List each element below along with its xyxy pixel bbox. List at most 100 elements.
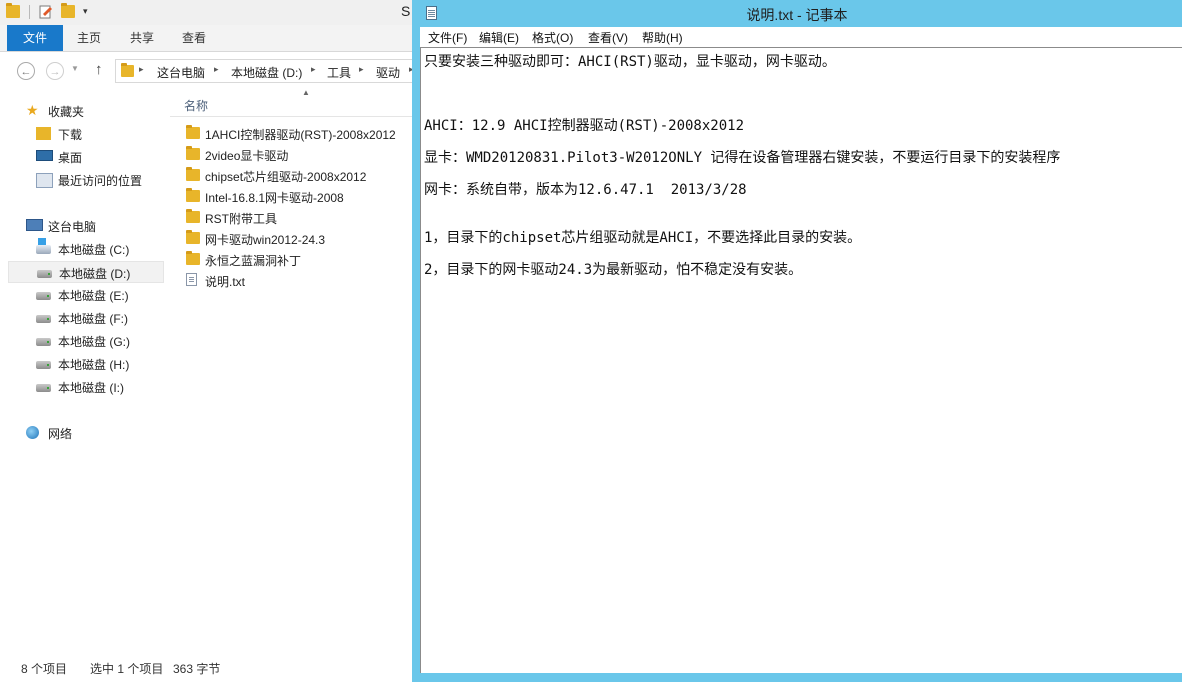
network-icon bbox=[26, 426, 39, 439]
nav-drive-e[interactable]: 本地磁盘 (E:) bbox=[8, 284, 164, 306]
text-line: AHCI：12.9 AHCI控制器驱动(RST)-2008x2012 bbox=[424, 118, 745, 134]
nav-drive-h[interactable]: 本地磁盘 (H:) bbox=[8, 353, 164, 375]
folder-icon bbox=[186, 167, 200, 181]
nav-desktop[interactable]: 桌面 bbox=[8, 146, 164, 168]
tab-home[interactable]: 主页 bbox=[77, 25, 101, 51]
file-row[interactable]: chipset芯片组驱动-2008x2012 bbox=[183, 165, 414, 186]
folder-icon bbox=[186, 146, 200, 160]
new-folder-icon[interactable] bbox=[61, 3, 75, 18]
text-line: 显卡：WMD20120831.Pilot3-W2012ONLY 记得在设备管理器… bbox=[424, 150, 1061, 166]
nav-drive-d[interactable]: 本地磁盘 (D:) bbox=[8, 261, 164, 283]
file-row[interactable]: 1AHCI控制器驱动(RST)-2008x2012 bbox=[183, 123, 414, 144]
nav-label: 本地磁盘 (F:) bbox=[58, 312, 128, 326]
chevron-down-icon[interactable]: ▼ bbox=[71, 64, 79, 73]
column-header-name[interactable]: 名称 bbox=[184, 97, 208, 114]
file-name: chipset芯片组驱动-2008x2012 bbox=[205, 170, 367, 184]
nav-recent-places[interactable]: 最近访问的位置 bbox=[8, 169, 164, 191]
downloads-folder-icon bbox=[36, 127, 51, 140]
file-name: 1AHCI控制器驱动(RST)-2008x2012 bbox=[205, 128, 396, 142]
file-row[interactable]: Intel-16.8.1网卡驱动-2008 bbox=[183, 186, 414, 207]
computer-icon bbox=[26, 219, 43, 231]
tab-share[interactable]: 共享 bbox=[130, 25, 154, 51]
nav-label: 本地磁盘 (G:) bbox=[58, 335, 130, 349]
folder-icon[interactable] bbox=[6, 3, 20, 18]
window-title: 说明.txt - 记事本 bbox=[746, 7, 848, 23]
breadcrumb-tools[interactable]: 工具 bbox=[327, 64, 351, 81]
nav-drive-g[interactable]: 本地磁盘 (G:) bbox=[8, 330, 164, 352]
nav-label: 网络 bbox=[48, 427, 73, 441]
nav-drive-i[interactable]: 本地磁盘 (I:) bbox=[8, 376, 164, 398]
nav-drive-f[interactable]: 本地磁盘 (F:) bbox=[8, 307, 164, 329]
desktop-icon bbox=[36, 150, 53, 161]
drive-icon bbox=[37, 270, 52, 278]
folder-icon bbox=[186, 209, 200, 223]
nav-downloads[interactable]: 下载 bbox=[8, 123, 164, 145]
tab-file[interactable]: 文件 bbox=[7, 25, 63, 51]
windows-drive-icon bbox=[36, 245, 51, 254]
text-line: 只要安装三种驱动即可：AHCI(RST)驱动，显卡驱动，网卡驱动。 bbox=[424, 54, 836, 70]
nav-label: 本地磁盘 (D:) bbox=[59, 267, 131, 281]
nav-label: 收藏夹 bbox=[48, 105, 85, 119]
nav-network[interactable]: 网络 bbox=[8, 422, 164, 444]
menu-edit[interactable]: 编辑(E) bbox=[479, 29, 519, 46]
menu-format[interactable]: 格式(O) bbox=[532, 29, 573, 46]
navigation-pane: ★ 收藏夹 下载 桌面 最近访问的位置 这台电脑 本地磁盘 (C:) 本地磁盘 … bbox=[0, 90, 168, 650]
up-button[interactable]: ↑ bbox=[95, 61, 103, 78]
text-editor-area[interactable]: 只要安装三种驱动即可：AHCI(RST)驱动，显卡驱动，网卡驱动。 AHCI：1… bbox=[420, 47, 1182, 673]
recent-places-icon bbox=[36, 173, 53, 188]
status-size: 363 字节 bbox=[173, 662, 221, 676]
drive-icon bbox=[36, 338, 51, 346]
nav-this-pc[interactable]: 这台电脑 bbox=[8, 215, 164, 237]
breadcrumb-this-pc[interactable]: 这台电脑 bbox=[157, 64, 205, 81]
file-row[interactable]: 网卡驱动win2012-24.3 bbox=[183, 228, 414, 249]
address-bar[interactable]: ▸ 这台电脑 ▸ 本地磁盘 (D:) ▸ 工具 ▸ 驱动 ▸ bbox=[115, 59, 414, 83]
file-row[interactable]: 永恒之蓝漏洞补丁 bbox=[183, 249, 414, 270]
breadcrumb-separator-icon: ▸ bbox=[214, 64, 219, 74]
nav-label: 下载 bbox=[58, 128, 83, 142]
drive-icon bbox=[36, 361, 51, 369]
text-file-icon bbox=[186, 273, 197, 286]
status-selection: 选中 1 个项目 bbox=[90, 662, 164, 676]
folder-icon bbox=[121, 63, 134, 77]
menu-help[interactable]: 帮助(H) bbox=[642, 29, 683, 46]
nav-label: 本地磁盘 (I:) bbox=[58, 381, 124, 395]
text-line: 网卡：系统自带，版本为12.6.47.1 2013/3/28 bbox=[424, 182, 747, 198]
folder-icon bbox=[186, 188, 200, 202]
file-row[interactable]: RST附带工具 bbox=[183, 207, 414, 228]
star-icon: ★ bbox=[26, 102, 39, 118]
breadcrumb-drive-d[interactable]: 本地磁盘 (D:) bbox=[231, 64, 302, 81]
text-line: 1，目录下的chipset芯片组驱动就是AHCI，不要选择此目录的安装。 bbox=[424, 230, 862, 246]
address-bar-row: ← → ▼ ↑ ▸ 这台电脑 ▸ 本地磁盘 (D:) ▸ 工具 ▸ 驱动 ▸ bbox=[0, 52, 414, 90]
nav-drive-c[interactable]: 本地磁盘 (C:) bbox=[8, 238, 164, 260]
forward-button[interactable]: → bbox=[46, 62, 64, 80]
drive-icon bbox=[36, 315, 51, 323]
file-row[interactable]: 2video显卡驱动 bbox=[183, 144, 414, 165]
breadcrumb-drivers[interactable]: 驱动 bbox=[376, 64, 400, 81]
windows-logo-icon bbox=[38, 238, 46, 245]
folder-icon bbox=[186, 251, 200, 265]
quick-access-dropdown-icon[interactable]: ▾ bbox=[83, 5, 93, 17]
file-name: Intel-16.8.1网卡驱动-2008 bbox=[205, 191, 344, 205]
notepad-title-bar[interactable]: 说明.txt - 记事本 bbox=[412, 0, 1182, 27]
menu-bar: 文件(F) 编辑(E) 格式(O) 查看(V) 帮助(H) bbox=[420, 27, 1182, 47]
nav-favorites[interactable]: ★ 收藏夹 bbox=[8, 100, 164, 122]
file-name: RST附带工具 bbox=[205, 212, 278, 226]
nav-label: 本地磁盘 (C:) bbox=[58, 243, 130, 257]
breadcrumb-separator-icon: ▸ bbox=[139, 64, 144, 74]
file-list: ▲ 名称 1AHCI控制器驱动(RST)-2008x2012 2video显卡驱… bbox=[170, 88, 414, 650]
file-row[interactable]: 说明.txt bbox=[183, 270, 414, 291]
tab-view[interactable]: 查看 bbox=[182, 25, 206, 51]
menu-view[interactable]: 查看(V) bbox=[588, 29, 628, 46]
properties-icon[interactable] bbox=[39, 5, 53, 19]
explorer-window-title: S bbox=[401, 3, 411, 19]
notepad-window: 说明.txt - 记事本 文件(F) 编辑(E) 格式(O) 查看(V) 帮助(… bbox=[412, 0, 1182, 682]
file-name: 永恒之蓝漏洞补丁 bbox=[205, 254, 302, 268]
folder-icon bbox=[186, 230, 200, 244]
toolbar-separator bbox=[29, 5, 30, 19]
back-button[interactable]: ← bbox=[17, 62, 35, 80]
nav-label: 这台电脑 bbox=[48, 220, 97, 234]
status-item-count: 8 个项目 bbox=[21, 662, 68, 676]
menu-file[interactable]: 文件(F) bbox=[428, 29, 467, 46]
explorer-title-bar: ▾ S bbox=[0, 0, 414, 25]
nav-label: 本地磁盘 (E:) bbox=[58, 289, 129, 303]
